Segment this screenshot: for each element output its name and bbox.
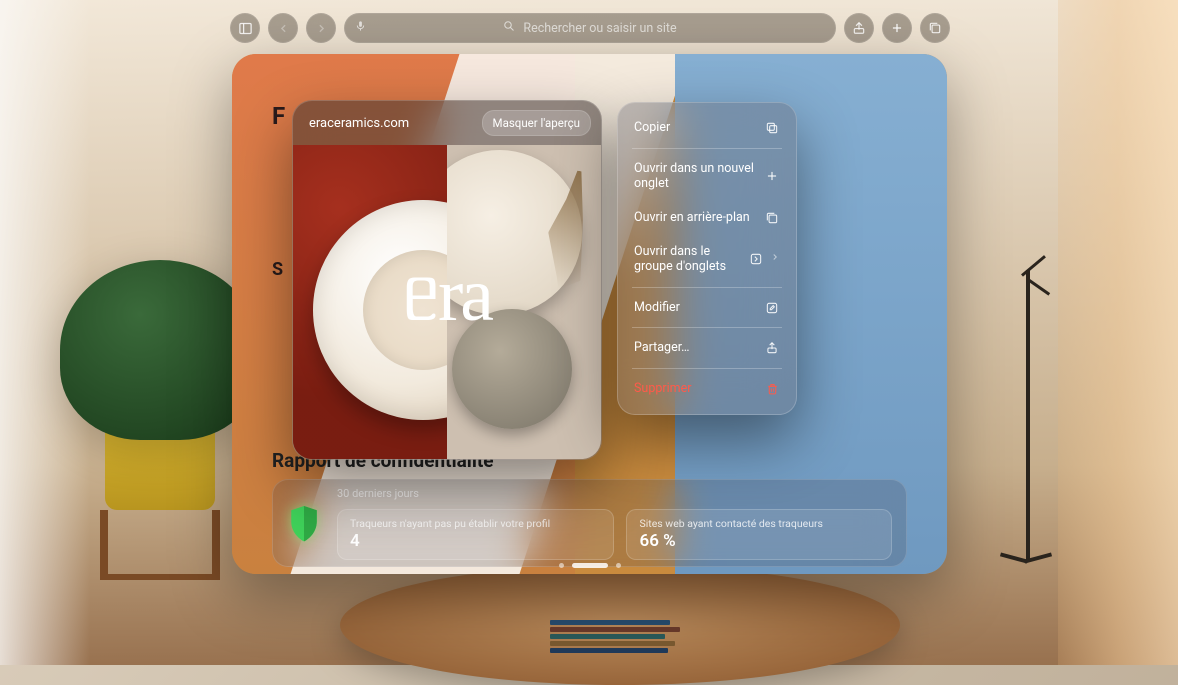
sites-contacted-label: Sites web ayant contacté des traqueurs xyxy=(639,517,879,530)
page-dot-current[interactable] xyxy=(572,563,608,568)
privacy-report-card[interactable]: 30 derniers jours Traqueurs n'ayant pas … xyxy=(272,479,907,567)
share-icon xyxy=(764,341,780,355)
trash-icon xyxy=(764,382,780,396)
trackers-blocked-value: 4 xyxy=(350,531,601,551)
search-icon xyxy=(503,20,515,36)
microphone-icon[interactable] xyxy=(355,19,366,37)
privacy-shield-icon xyxy=(287,503,321,543)
menu-share[interactable]: Partager… xyxy=(624,331,790,365)
page-dot-3[interactable] xyxy=(616,563,621,568)
sidebar-toggle-button[interactable] xyxy=(230,13,260,43)
search-placeholder: Rechercher ou saisir un site xyxy=(523,21,676,36)
menu-open-background[interactable]: Ouvrir en arrière-plan xyxy=(624,201,790,235)
menu-delete-label: Supprimer xyxy=(634,381,754,397)
menu-edit-label: Modifier xyxy=(634,300,754,316)
copy-icon xyxy=(764,121,780,135)
room-curtain xyxy=(1058,0,1178,665)
menu-delete[interactable]: Supprimer xyxy=(624,372,790,406)
chevron-right-icon xyxy=(770,251,780,267)
menu-separator xyxy=(632,327,782,328)
menu-open-tab-group-label: Ouvrir dans le groupe d'onglets xyxy=(634,244,738,275)
page-indicator[interactable] xyxy=(559,563,621,568)
menu-copy[interactable]: Copier xyxy=(624,111,790,145)
share-button[interactable] xyxy=(844,13,874,43)
preview-site-logo: ᥱra xyxy=(403,252,491,340)
preview-domain-label: eraceramics.com xyxy=(309,116,409,131)
sites-contacted-metric[interactable]: Sites web ayant contacté des traqueurs 6… xyxy=(626,509,892,560)
link-preview-popover: eraceramics.com Masquer l'aperçu ᥱra xyxy=(292,100,602,460)
menu-separator xyxy=(632,368,782,369)
back-button[interactable] xyxy=(268,13,298,43)
link-context-menu: Copier Ouvrir dans un nouvel onglet Ouvr… xyxy=(617,102,797,415)
forward-button[interactable] xyxy=(306,13,336,43)
menu-share-label: Partager… xyxy=(634,340,754,356)
plus-icon xyxy=(764,169,780,183)
menu-edit[interactable]: Modifier xyxy=(624,291,790,325)
preview-thumbnail[interactable]: ᥱra xyxy=(293,145,601,459)
room-coatrack xyxy=(1008,270,1048,560)
menu-separator xyxy=(632,148,782,149)
address-search-bar[interactable]: Rechercher ou saisir un site xyxy=(344,13,836,43)
hide-preview-button[interactable]: Masquer l'aperçu xyxy=(482,110,591,136)
tabs-icon xyxy=(764,211,780,225)
tabs-overview-button[interactable] xyxy=(920,13,950,43)
edit-icon xyxy=(764,301,780,315)
menu-open-new-tab-label: Ouvrir dans un nouvel onglet xyxy=(634,161,754,192)
start-page-subheading: S xyxy=(272,259,283,280)
browser-toolbar: Rechercher ou saisir un site xyxy=(230,12,950,44)
open-external-icon xyxy=(748,252,764,266)
privacy-period-label: 30 derniers jours xyxy=(337,487,892,500)
menu-open-background-label: Ouvrir en arrière-plan xyxy=(634,210,754,226)
trackers-blocked-label: Traqueurs n'ayant pas pu établir votre p… xyxy=(350,517,601,530)
start-page-heading: F xyxy=(272,102,285,130)
new-tab-button[interactable] xyxy=(882,13,912,43)
menu-open-new-tab[interactable]: Ouvrir dans un nouvel onglet xyxy=(624,152,790,201)
sites-contacted-value: 66 % xyxy=(639,531,879,551)
menu-copy-label: Copier xyxy=(634,120,754,136)
room-books xyxy=(550,620,690,660)
page-dot-1[interactable] xyxy=(559,563,564,568)
menu-open-tab-group[interactable]: Ouvrir dans le groupe d'onglets xyxy=(624,235,790,284)
trackers-blocked-metric[interactable]: Traqueurs n'ayant pas pu établir votre p… xyxy=(337,509,614,560)
menu-separator xyxy=(632,287,782,288)
